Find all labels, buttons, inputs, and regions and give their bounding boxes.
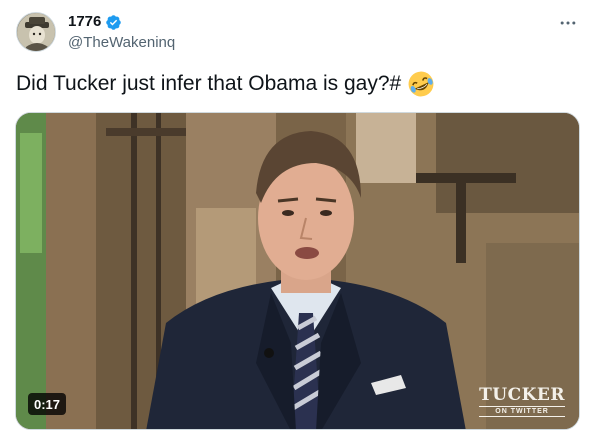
laughing-emoji-icon	[407, 70, 435, 98]
tweet-text-row: Did Tucker just infer that Obama is gay?…	[16, 70, 581, 98]
watermark-title: TUCKER	[479, 385, 565, 405]
video-thumbnail	[16, 113, 579, 429]
name-row: 1776	[68, 12, 581, 32]
tweet-header: 1776 @TheWakeninq	[68, 12, 581, 52]
video-player[interactable]: 0:17 TUCKER ON TWITTER	[15, 112, 580, 430]
avatar[interactable]	[16, 12, 56, 52]
display-name[interactable]: 1776	[68, 12, 101, 32]
tweet-card[interactable]: 1776 @TheWakeninq Did Tucker just infer …	[0, 0, 601, 440]
verified-badge-icon	[105, 14, 122, 31]
tweet-text: Did Tucker just infer that Obama is gay?…	[16, 72, 402, 95]
video-duration: 0:17	[28, 393, 67, 415]
video-watermark: TUCKER ON TWITTER	[479, 386, 565, 417]
more-options-icon[interactable]	[557, 14, 579, 32]
watermark-subtitle: ON TWITTER	[479, 406, 565, 417]
user-handle[interactable]: @TheWakeninq	[68, 33, 581, 53]
